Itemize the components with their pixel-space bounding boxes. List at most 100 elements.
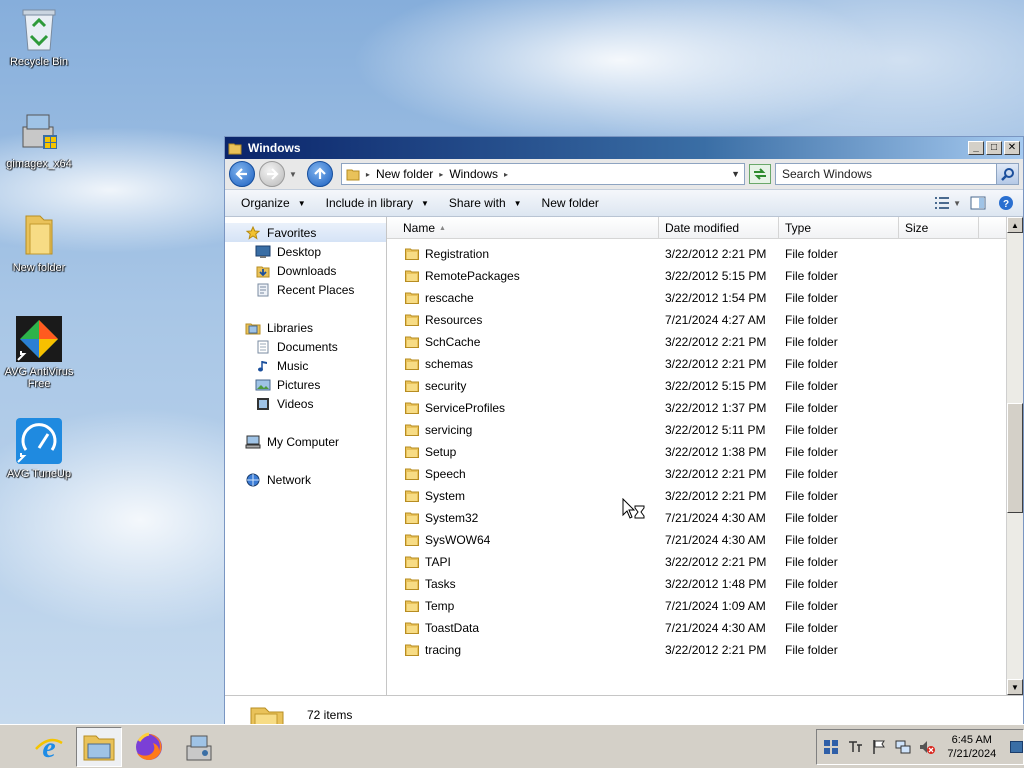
nav-desktop[interactable]: Desktop [225,242,386,261]
refresh-button[interactable] [749,164,771,184]
scroll-down-button[interactable]: ▼ [1007,679,1023,695]
table-row[interactable]: Tasks 3/22/2012 1:48 PM File folder [387,573,1023,595]
table-row[interactable]: ToastData 7/21/2024 4:30 AM File folder [387,617,1023,639]
busy-cursor-icon [622,498,645,519]
table-row[interactable]: ServiceProfiles 3/22/2012 1:37 PM File fol… [387,397,1023,419]
share-with-menu[interactable]: Share with ▼ [439,196,532,210]
nav-libraries[interactable]: Libraries [225,318,386,337]
chevron-down-icon: ▼ [297,198,306,208]
maximize-button[interactable]: □ [986,141,1002,155]
minimize-button[interactable]: _ [968,141,984,155]
taskbar-installer[interactable] [176,727,222,767]
desktop-icon-recycle-bin[interactable]: Recycle Bin [0,6,78,68]
nav-favorites[interactable]: Favorites [225,223,386,242]
file-name-cell: ServiceProfiles [387,401,659,415]
organize-menu[interactable]: Organize ▼ [231,196,316,210]
nav-downloads[interactable]: Downloads [225,261,386,280]
nav-label: Favorites [267,225,317,240]
file-name-cell: rescache [387,291,659,305]
file-name-cell: tracing [387,643,659,657]
desktop-icon-avg-antivirus[interactable]: AVG AntiVirus Free [0,316,78,390]
file-name: security [425,379,467,393]
table-row[interactable]: SchCache 3/22/2012 2:21 PM File folder [387,331,1023,353]
scrollbar-thumb[interactable] [1007,403,1023,513]
table-row[interactable]: servicing 3/22/2012 5:11 PM File folder [387,419,1023,441]
table-row[interactable]: Registration 3/22/2012 2:21 PM File folder [387,243,1023,265]
table-row[interactable]: TAPI 3/22/2012 2:21 PM File folder [387,551,1023,573]
desktop-icon-gimagex[interactable]: gimagex_x64 [0,108,78,170]
address-dropdown-icon[interactable]: ▼ [731,169,740,179]
type-cell: File folder [785,313,838,327]
table-row[interactable]: tracing 3/22/2012 2:21 PM File folder [387,639,1023,661]
table-row[interactable]: security 3/22/2012 5:15 PM File folder [387,375,1023,397]
breadcrumb-new-folder[interactable]: New folder ▸ [376,167,443,181]
table-row[interactable]: System 3/22/2012 2:21 PM File folder [387,485,1023,507]
taskbar-internet-explorer[interactable]: e [26,727,72,767]
file-name: rescache [425,291,474,305]
table-row[interactable]: Temp 7/21/2024 1:09 AM File folder [387,595,1023,617]
desktop-icon-avg-tuneup[interactable]: AVG TuneUp [0,418,78,480]
table-row[interactable]: schemas 3/22/2012 2:21 PM File folder [387,353,1023,375]
taskbar-file-explorer[interactable] [76,726,122,767]
date-modified-cell: 3/22/2012 2:21 PM [665,467,767,481]
table-row[interactable]: rescache 3/22/2012 1:54 PM File folder [387,287,1023,309]
help-button[interactable]: ? [995,193,1017,213]
nav-documents[interactable]: Documents [225,337,386,356]
include-in-library-menu[interactable]: Include in library ▼ [316,196,439,210]
tray-input-language-icon[interactable] [847,738,863,756]
breadcrumb-windows[interactable]: Windows ▸ [449,167,508,181]
address-bar[interactable]: ▸ New folder ▸ Windows ▸ ▼ [340,163,745,185]
folder-icon [405,622,419,634]
table-row[interactable]: Resources 7/21/2024 4:27 AM File folder [387,309,1023,331]
scroll-up-icon: ▲ [1011,220,1019,230]
nav-my-computer[interactable]: My Computer [225,432,386,451]
file-list: Registration 3/22/2012 2:21 PM File folder… [387,239,1023,661]
nav-videos[interactable]: Videos [225,394,386,413]
search-box[interactable] [775,163,1019,185]
close-button[interactable]: ✕ [1004,141,1020,155]
title-bar[interactable]: Windows _ □ ✕ [225,137,1023,159]
desktop-icon-new-folder[interactable]: New folder [0,212,78,274]
search-input[interactable] [782,167,996,181]
table-row[interactable]: RemotePackages 3/22/2012 5:15 PM File fold… [387,265,1023,287]
file-name: SchCache [425,335,481,349]
column-header-label: Type [785,221,812,235]
maximize-icon: □ [990,142,998,153]
recent-places-icon [255,282,271,298]
up-button[interactable] [306,161,333,187]
taskbar-firefox[interactable] [126,727,172,767]
file-name-cell: security [387,379,659,393]
scroll-up-button[interactable]: ▲ [1007,217,1023,233]
nav-network[interactable]: Network [225,470,386,489]
search-button[interactable] [996,164,1018,184]
tray-volume-muted-icon[interactable] [919,738,936,756]
column-header-size[interactable]: Size [899,217,979,239]
tray-apps-icon[interactable] [823,738,839,756]
back-button[interactable] [229,161,255,187]
show-desktop-button[interactable] [1010,741,1023,753]
table-row[interactable]: Speech 3/22/2012 2:21 PM File folder [387,463,1023,485]
nav-pictures[interactable]: Pictures [225,375,386,394]
recent-pages-chevron-icon[interactable]: ▼ [289,170,297,179]
tray-network-icon[interactable] [895,738,911,756]
column-header-name[interactable]: Name ▲ [387,217,659,239]
breadcrumb-separator[interactable]: ▸ [366,170,370,179]
view-chevron-down-icon[interactable]: ▼ [953,199,961,208]
file-name-cell: servicing [387,423,659,437]
nav-recent-places[interactable]: Recent Places [225,280,386,299]
table-row[interactable]: System32 7/21/2024 4:30 AM File folder [387,507,1023,529]
table-row[interactable]: Setup 3/22/2012 1:38 PM File folder [387,441,1023,463]
preview-pane-button[interactable] [967,193,989,213]
view-options-button[interactable] [931,193,953,213]
nav-music[interactable]: Music [225,356,386,375]
column-header-date-modified[interactable]: Date modified [659,217,779,239]
clock[interactable]: 6:45 AM 7/21/2024 [947,733,996,761]
table-row[interactable]: SysWOW64 7/21/2024 4:30 AM File folder [387,529,1023,551]
column-header-type[interactable]: Type [779,217,899,239]
forward-button[interactable] [259,161,285,187]
folder-icon [405,490,419,502]
tray-action-center-flag-icon[interactable] [871,738,887,756]
folder-icon [405,380,419,392]
vertical-scrollbar[interactable]: ▲ ▼ [1006,217,1023,695]
new-folder-button[interactable]: New folder [532,196,609,210]
